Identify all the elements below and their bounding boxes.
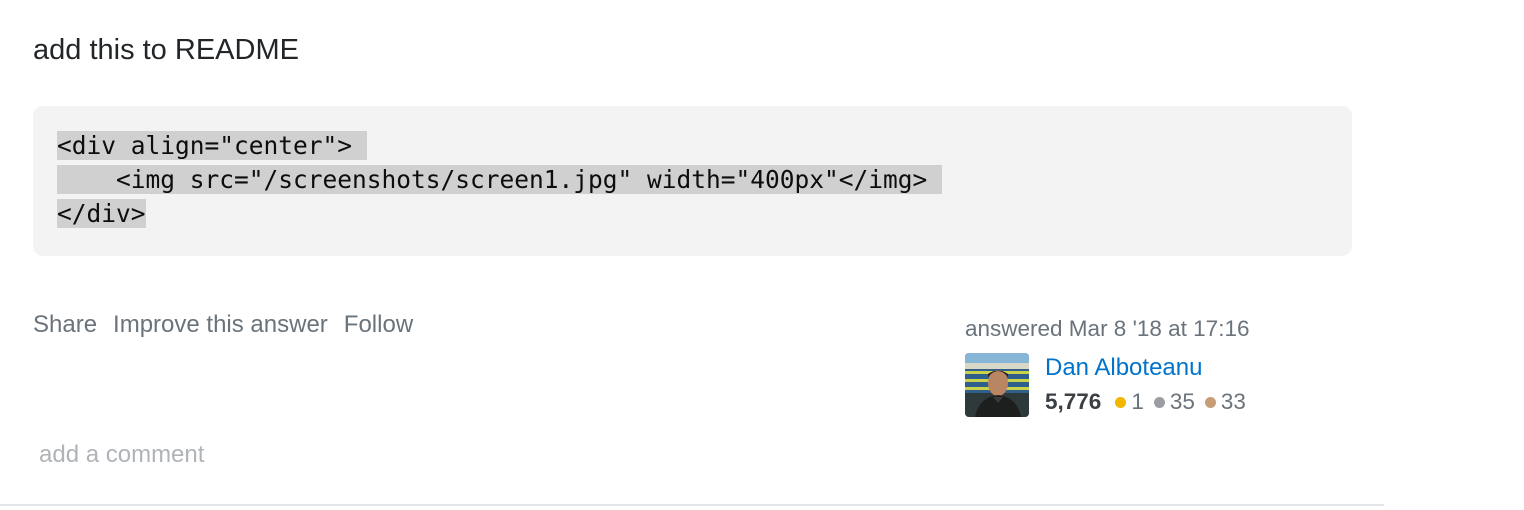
gold-badge-count: 1 xyxy=(1131,389,1144,414)
divider xyxy=(0,504,1384,506)
reputation-row: 5,776 1 35 33 xyxy=(1045,385,1256,419)
silver-badge-icon xyxy=(1153,396,1165,408)
code-line-text: </div> xyxy=(57,199,146,228)
share-link[interactable]: Share xyxy=(33,308,97,342)
add-comment-link[interactable]: add a comment xyxy=(39,438,204,472)
bronze-badge-icon xyxy=(1204,396,1216,408)
code-line: <img src="/screenshots/screen1.jpg" widt… xyxy=(57,163,1328,197)
user-name-link[interactable]: Dan Alboteanu xyxy=(1045,351,1256,385)
code-line: <div align="center"> xyxy=(57,129,1328,163)
answer-post: add this to README <div align="center"> … xyxy=(0,0,1524,510)
gold-badge-icon xyxy=(1115,396,1127,408)
user-info-card: answered Mar 8 '18 at 17:16 Dan Albotean… xyxy=(965,312,1365,417)
avatar-photo-icon xyxy=(965,353,1029,417)
code-block[interactable]: <div align="center"> <img src="/screensh… xyxy=(33,106,1352,256)
silver-badge-count: 35 xyxy=(1169,389,1195,414)
user-row: Dan Alboteanu 5,776 1 35 33 xyxy=(965,353,1365,417)
bronze-badge-count: 33 xyxy=(1220,389,1246,414)
answer-body-text: add this to README xyxy=(33,34,299,66)
code-line: </div> xyxy=(57,197,1328,231)
answered-timestamp: answered Mar 8 '18 at 17:16 xyxy=(965,316,1250,341)
gold-badge: 1 xyxy=(1115,385,1144,419)
reputation-score: 5,776 xyxy=(1045,389,1102,414)
follow-link[interactable]: Follow xyxy=(344,308,413,342)
code-line-text: <div align="center"> xyxy=(57,131,367,160)
user-avatar[interactable] xyxy=(965,353,1029,417)
post-menu: Share Improve this answer Follow xyxy=(33,308,413,342)
improve-answer-link[interactable]: Improve this answer xyxy=(113,308,328,342)
bronze-badge: 33 xyxy=(1204,385,1246,419)
silver-badge: 35 xyxy=(1153,385,1195,419)
code-line-text: <img src="/screenshots/screen1.jpg" widt… xyxy=(57,165,943,194)
user-details: Dan Alboteanu 5,776 1 35 33 xyxy=(1045,351,1256,419)
